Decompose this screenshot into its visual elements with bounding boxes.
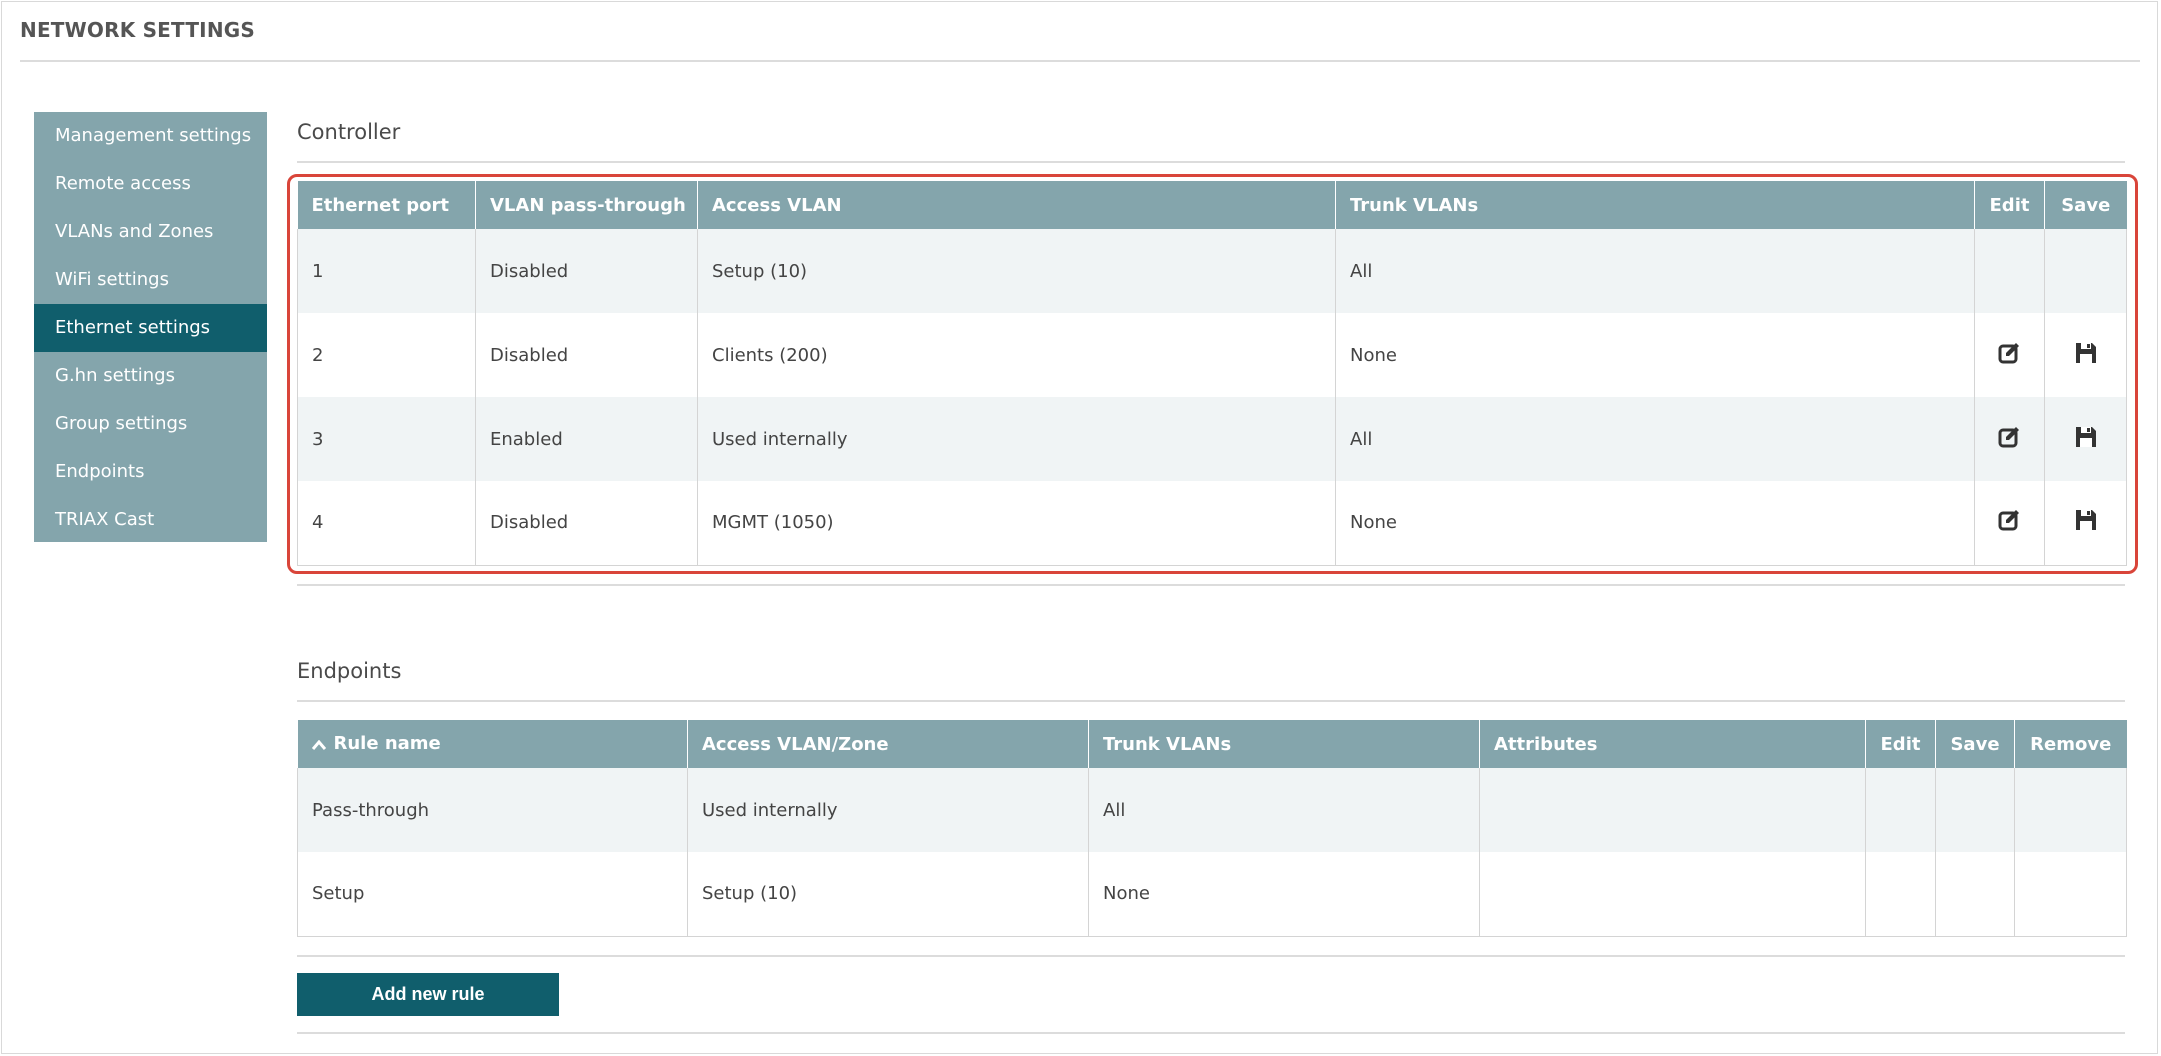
cell-trunk-vlans: All [1335, 229, 1975, 313]
cell-save [2044, 313, 2127, 397]
cell-save-empty [1935, 768, 2015, 852]
cell-access-vlan: Clients (200) [697, 313, 1336, 397]
sidebar-item-triax-cast[interactable]: TRIAX Cast [34, 496, 267, 544]
endpoints-rules-table: Rule name Access VLAN/Zone Trunk VLANs A… [297, 720, 2127, 937]
cell-edit [1974, 397, 2045, 481]
sidebar-item-endpoints[interactable]: Endpoints [34, 448, 267, 496]
table-row: Pass-through Used internally All [297, 768, 2127, 852]
controller-divider-bottom [297, 584, 2125, 586]
column-header-access-vlan-zone: Access VLAN/Zone [687, 720, 1089, 768]
cell-attributes [1479, 768, 1866, 852]
column-header-edit: Edit [1865, 720, 1936, 768]
cell-trunk-vlans: None [1335, 313, 1975, 397]
table-row: 4 Disabled MGMT (1050) None [297, 481, 2127, 566]
column-header-trunk-vlans: Trunk VLANs [1088, 720, 1480, 768]
cell-vlan-pass-through: Disabled [475, 481, 698, 566]
controller-divider-top [297, 161, 2125, 163]
cell-ethernet-port: 4 [297, 481, 476, 566]
floppy-save-icon[interactable] [2073, 507, 2099, 538]
cell-vlan-pass-through: Disabled [475, 313, 698, 397]
column-header-access-vlan: Access VLAN [697, 181, 1336, 229]
endpoints-divider-top [297, 700, 2125, 702]
rule-name-label: Rule name [333, 733, 441, 755]
cell-save-empty [2044, 229, 2127, 313]
endpoints-divider-bottom [297, 955, 2125, 957]
edit-icon[interactable] [1997, 340, 2023, 371]
cell-trunk-vlans: None [1088, 852, 1480, 937]
cell-save [2044, 397, 2127, 481]
cell-edit-empty [1865, 768, 1936, 852]
column-header-vlan-pass-through: VLAN pass-through [475, 181, 698, 229]
chevron-up-icon[interactable] [311, 734, 326, 755]
sidebar-nav: Management settings Remote access VLANs … [34, 112, 267, 542]
page-title: NETWORK SETTINGS [20, 18, 255, 42]
sidebar-item-ghn-settings[interactable]: G.hn settings [34, 352, 267, 400]
add-new-rule-button[interactable]: Add new rule [297, 973, 559, 1016]
cell-edit [1974, 313, 2045, 397]
cell-remove-empty [2014, 852, 2127, 937]
cell-vlan-pass-through: Enabled [475, 397, 698, 481]
cell-trunk-vlans: None [1335, 481, 1975, 566]
cell-save [2044, 481, 2127, 566]
page-bottom-divider [297, 1032, 2125, 1034]
column-header-rule-name[interactable]: Rule name [297, 720, 688, 768]
sidebar-item-ethernet-settings[interactable]: Ethernet settings [34, 304, 267, 352]
sidebar-item-management-settings[interactable]: Management settings [34, 112, 267, 160]
column-header-attributes: Attributes [1479, 720, 1866, 768]
table-row: Setup Setup (10) None [297, 852, 2127, 937]
cell-access-vlan: MGMT (1050) [697, 481, 1336, 566]
table-row: 3 Enabled Used internally All [297, 397, 2127, 481]
cell-edit-empty [1974, 229, 2045, 313]
sidebar-item-vlans-and-zones[interactable]: VLANs and Zones [34, 208, 267, 256]
table-row: 2 Disabled Clients (200) None [297, 313, 2127, 397]
cell-ethernet-port: 3 [297, 397, 476, 481]
cell-rule-name: Setup [297, 852, 688, 937]
cell-vlan-pass-through: Disabled [475, 229, 698, 313]
table-header-row: Ethernet port VLAN pass-through Access V… [297, 181, 2127, 229]
endpoints-section-title: Endpoints [297, 659, 402, 683]
floppy-save-icon[interactable] [2073, 340, 2099, 371]
column-header-trunk-vlans: Trunk VLANs [1335, 181, 1975, 229]
controller-section-title: Controller [297, 120, 401, 144]
column-header-save: Save [1935, 720, 2015, 768]
cell-save-empty [1935, 852, 2015, 937]
column-header-ethernet-port: Ethernet port [297, 181, 476, 229]
cell-access-vlan-zone: Setup (10) [687, 852, 1089, 937]
cell-remove-empty [2014, 768, 2127, 852]
floppy-save-icon[interactable] [2073, 424, 2099, 455]
cell-ethernet-port: 1 [297, 229, 476, 313]
table-header-row: Rule name Access VLAN/Zone Trunk VLANs A… [297, 720, 2127, 768]
cell-access-vlan: Used internally [697, 397, 1336, 481]
edit-icon[interactable] [1997, 507, 2023, 538]
cell-rule-name: Pass-through [297, 768, 688, 852]
sidebar-item-group-settings[interactable]: Group settings [34, 400, 267, 448]
cell-ethernet-port: 2 [297, 313, 476, 397]
title-divider [20, 60, 2140, 62]
cell-edit [1974, 481, 2045, 566]
cell-trunk-vlans: All [1088, 768, 1480, 852]
cell-access-vlan: Setup (10) [697, 229, 1336, 313]
cell-trunk-vlans: All [1335, 397, 1975, 481]
cell-access-vlan-zone: Used internally [687, 768, 1089, 852]
cell-attributes [1479, 852, 1866, 937]
cell-edit-empty [1865, 852, 1936, 937]
controller-ethernet-table: Ethernet port VLAN pass-through Access V… [297, 181, 2127, 566]
sidebar-item-wifi-settings[interactable]: WiFi settings [34, 256, 267, 304]
edit-icon[interactable] [1997, 424, 2023, 455]
column-header-edit: Edit [1974, 181, 2045, 229]
column-header-remove: Remove [2014, 720, 2127, 768]
sidebar-item-remote-access[interactable]: Remote access [34, 160, 267, 208]
column-header-save: Save [2044, 181, 2127, 229]
table-row: 1 Disabled Setup (10) All [297, 229, 2127, 313]
